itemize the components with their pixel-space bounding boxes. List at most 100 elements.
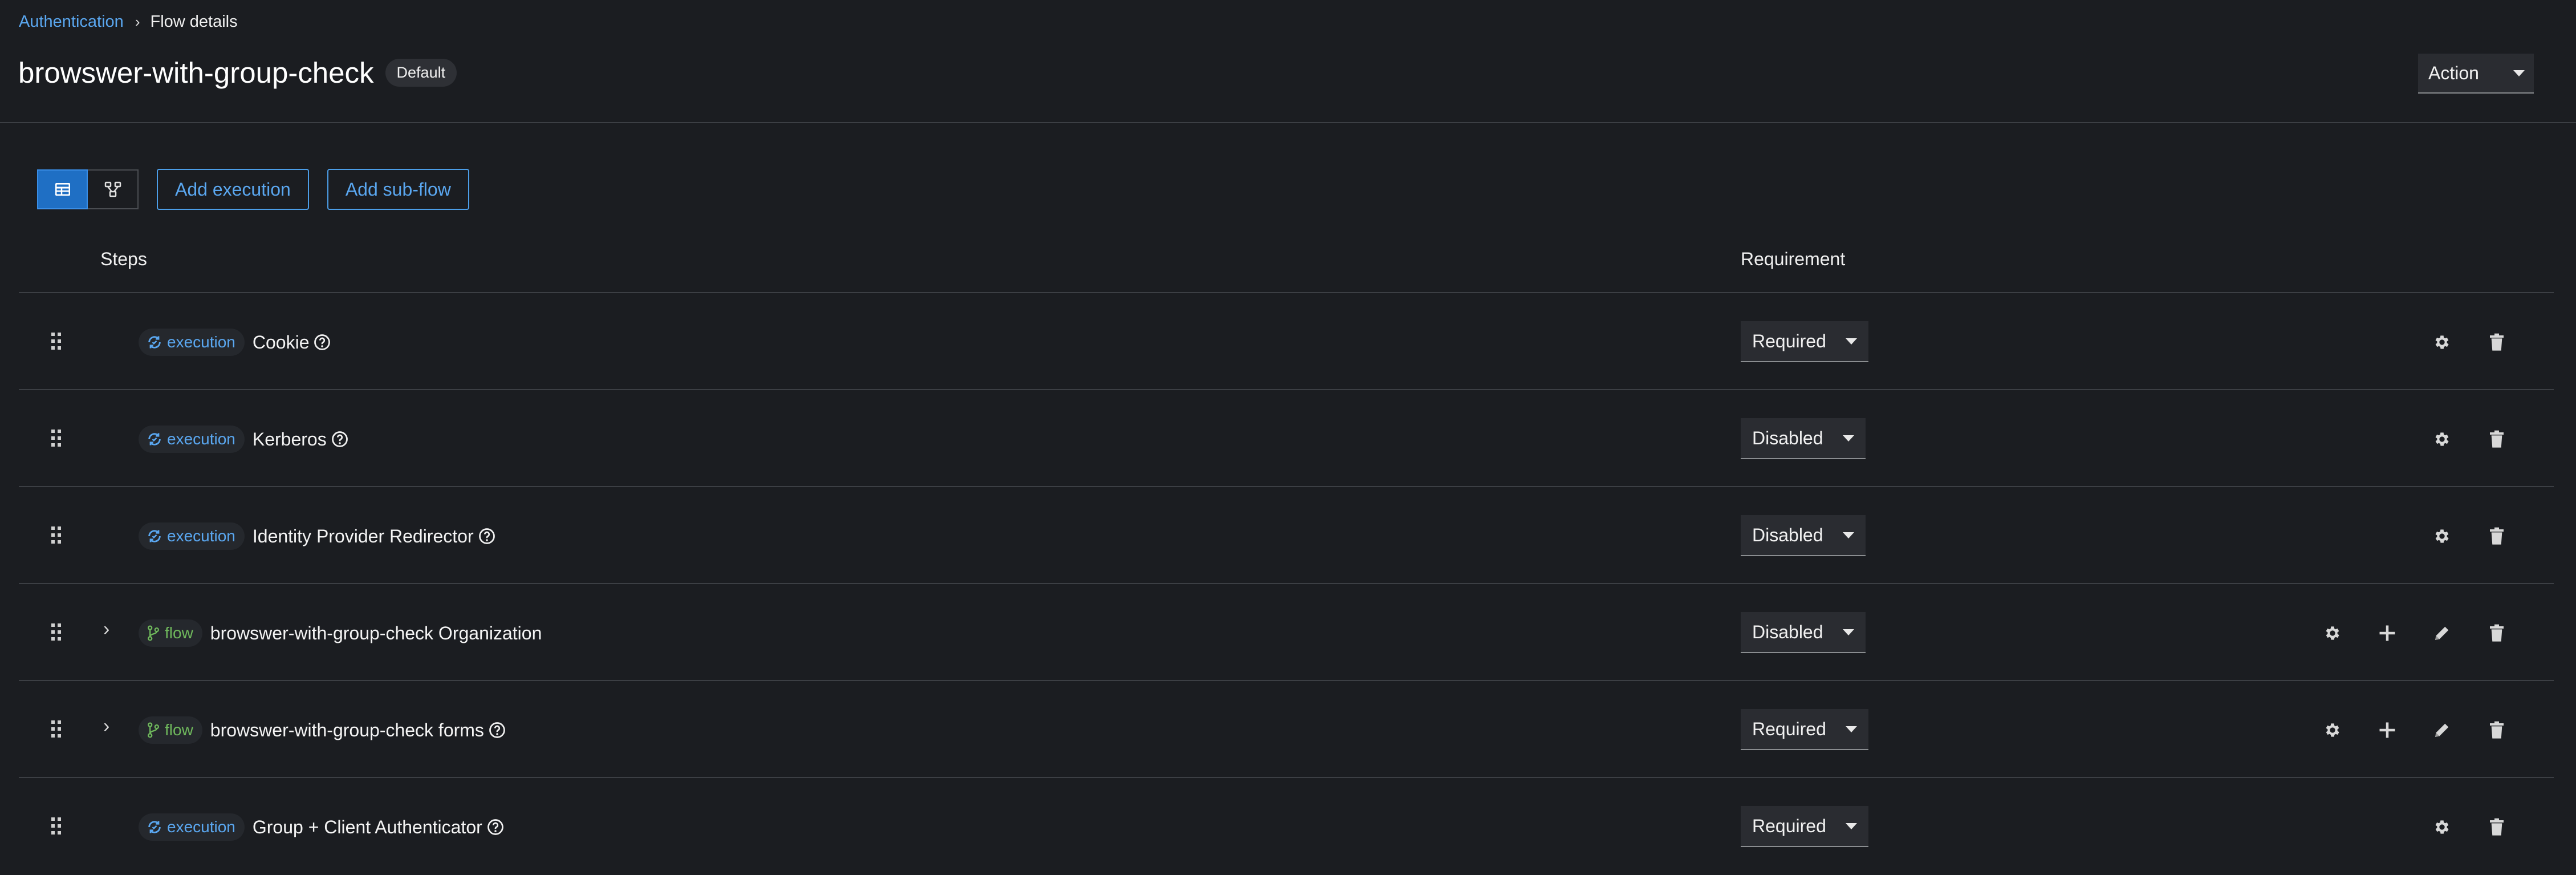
- flow-type-label: flow: [139, 716, 202, 744]
- drag-handle-icon[interactable]: [50, 428, 63, 451]
- help-icon[interactable]: [487, 819, 504, 836]
- requirement-value: Required: [1752, 815, 1826, 836]
- requirement-dropdown[interactable]: Required: [1741, 709, 1868, 750]
- type-label-text: execution: [167, 430, 235, 448]
- help-icon[interactable]: [478, 528, 495, 545]
- branch-icon: [147, 722, 165, 738]
- step-cell: execution Group + Client Authenticator: [139, 812, 504, 842]
- execution-type-label: execution: [139, 426, 245, 453]
- action-dropdown-label: Action: [2428, 62, 2479, 83]
- settings-gear-icon[interactable]: [2432, 526, 2452, 546]
- column-header-requirement: Requirement: [1741, 249, 1846, 269]
- caret-down-icon: [1845, 823, 1857, 829]
- requirement-dropdown[interactable]: Required: [1741, 806, 1868, 847]
- execution-icon: [147, 334, 167, 350]
- step-name: Kerberos: [252, 428, 327, 449]
- execution-icon: [147, 528, 167, 544]
- requirement-dropdown[interactable]: Disabled: [1741, 612, 1866, 653]
- caret-down-icon: [1845, 726, 1857, 732]
- execution-icon: [147, 431, 167, 447]
- settings-gear-icon[interactable]: [2432, 332, 2452, 353]
- execution-type-label: execution: [139, 329, 245, 356]
- expand-chevron-icon[interactable]: ›: [103, 715, 109, 738]
- expand-chevron-icon[interactable]: ›: [103, 618, 109, 641]
- add-subflow-button[interactable]: Add sub-flow: [327, 169, 469, 210]
- drag-handle-icon[interactable]: [50, 719, 63, 742]
- toolbar: Add execution Add sub-flow: [37, 169, 469, 210]
- caret-down-icon: [1842, 532, 1854, 538]
- default-badge: Default: [385, 59, 457, 87]
- type-label-text: execution: [167, 818, 235, 836]
- step-name: Identity Provider Redirector: [252, 525, 474, 546]
- delete-trash-icon[interactable]: [2486, 623, 2507, 643]
- step-name: Group + Client Authenticator: [252, 816, 482, 837]
- breadcrumb-authentication-link[interactable]: Authentication: [19, 13, 124, 31]
- chevron-right-icon: ›: [135, 13, 140, 30]
- help-icon[interactable]: [314, 334, 331, 351]
- table-row: execution Cookie Required: [19, 293, 2554, 390]
- settings-gear-icon[interactable]: [2432, 817, 2452, 837]
- step-cell: execution Cookie: [139, 327, 331, 357]
- drag-handle-icon[interactable]: [50, 525, 63, 548]
- requirement-dropdown[interactable]: Disabled: [1741, 418, 1866, 459]
- delete-trash-icon[interactable]: [2486, 720, 2507, 740]
- caret-down-icon: [1842, 629, 1854, 635]
- requirement-value: Disabled: [1752, 524, 1823, 545]
- breadcrumb: Authentication › Flow details: [19, 13, 238, 31]
- add-plus-icon[interactable]: [2377, 720, 2398, 740]
- table-row: › flow browswer-with-group-check Organizat…: [19, 584, 2554, 681]
- column-header-steps: Steps: [100, 249, 147, 269]
- execution-type-label: execution: [139, 813, 245, 841]
- delete-trash-icon[interactable]: [2486, 429, 2507, 449]
- requirement-value: Disabled: [1752, 427, 1823, 448]
- table-view-button[interactable]: [37, 169, 88, 209]
- branch-icon: [147, 625, 165, 641]
- table-row: execution Identity Provider Redirector Dis…: [19, 487, 2554, 584]
- settings-gear-icon[interactable]: [2322, 623, 2343, 643]
- execution-type-label: execution: [139, 522, 245, 550]
- requirement-dropdown[interactable]: Required: [1741, 321, 1868, 362]
- edit-pencil-icon[interactable]: [2432, 720, 2452, 740]
- requirement-dropdown[interactable]: Disabled: [1741, 515, 1866, 556]
- table-row: execution Kerberos Disabled: [19, 390, 2554, 487]
- caret-down-icon: [1845, 338, 1857, 345]
- caret-down-icon: [1842, 435, 1854, 441]
- diagram-view-button[interactable]: [88, 169, 139, 209]
- step-cell: flow browswer-with-group-check Organizati…: [139, 618, 542, 648]
- drag-handle-icon[interactable]: [50, 816, 63, 838]
- delete-trash-icon[interactable]: [2486, 817, 2507, 837]
- drag-handle-icon[interactable]: [50, 622, 63, 645]
- title-row: browswer-with-group-check Default: [18, 56, 457, 90]
- table-row: › flow browswer-with-group-check forms Requ…: [19, 681, 2554, 778]
- type-label-text: execution: [167, 333, 235, 351]
- type-label-text: flow: [165, 721, 193, 739]
- header-divider: [0, 122, 2576, 123]
- drag-handle-icon[interactable]: [50, 331, 63, 354]
- edit-pencil-icon[interactable]: [2432, 623, 2452, 643]
- page-title: browswer-with-group-check: [18, 56, 374, 89]
- caret-down-icon: [2513, 70, 2525, 76]
- view-toggle: [37, 169, 139, 209]
- step-cell: execution Identity Provider Redirector: [139, 521, 495, 551]
- action-dropdown[interactable]: Action: [2418, 54, 2534, 94]
- table-row: execution Group + Client Authenticator Req…: [19, 778, 2554, 875]
- breadcrumb-current: Flow details: [150, 13, 238, 31]
- help-icon[interactable]: [489, 722, 506, 739]
- step-cell: flow browswer-with-group-check forms: [139, 715, 506, 745]
- type-label-text: execution: [167, 527, 235, 545]
- help-icon[interactable]: [331, 431, 348, 448]
- execution-icon: [147, 819, 167, 835]
- add-plus-icon[interactable]: [2377, 623, 2398, 643]
- topology-icon: [104, 181, 121, 197]
- step-name: browswer-with-group-check forms: [210, 719, 484, 740]
- step-name: Cookie: [252, 331, 310, 353]
- step-name: browswer-with-group-check Organization: [210, 622, 542, 643]
- settings-gear-icon[interactable]: [2322, 720, 2343, 740]
- requirement-value: Required: [1752, 718, 1826, 739]
- delete-trash-icon[interactable]: [2486, 332, 2507, 353]
- type-label-text: flow: [165, 624, 193, 642]
- settings-gear-icon[interactable]: [2432, 429, 2452, 449]
- flow-type-label: flow: [139, 619, 202, 647]
- add-execution-button[interactable]: Add execution: [157, 169, 309, 210]
- delete-trash-icon[interactable]: [2486, 526, 2507, 546]
